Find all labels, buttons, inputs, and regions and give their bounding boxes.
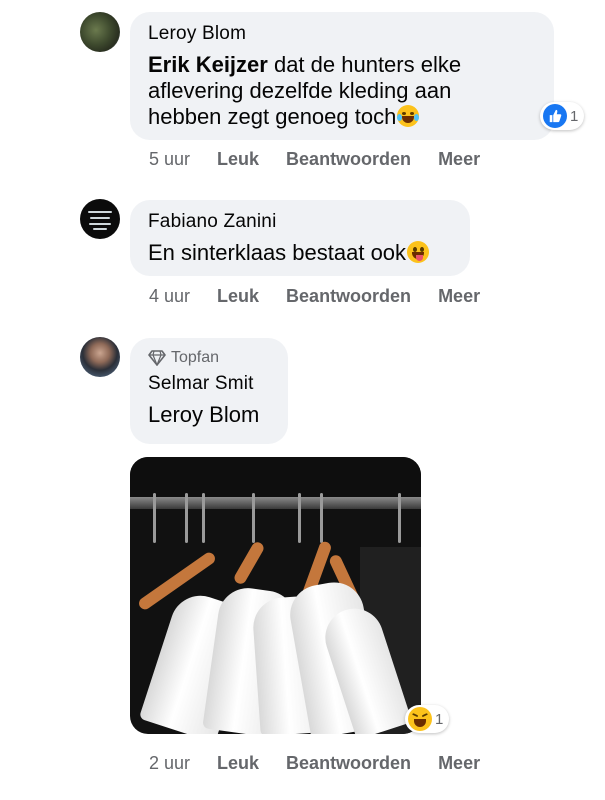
reply-button[interactable]: Beantwoorden: [286, 286, 411, 307]
comment-text: En sinterklaas bestaat ook: [148, 240, 454, 266]
haha-reaction-icon: [408, 707, 432, 731]
reaction-count: 1: [435, 710, 444, 728]
comment-photo[interactable]: [130, 457, 421, 734]
comment-bubble: Fabiano Zanini En sinterklaas bestaat oo…: [130, 200, 470, 276]
comment-text: Erik Keijzer dat de hunters elke aflever…: [148, 52, 508, 130]
more-button[interactable]: Meer: [438, 286, 480, 307]
reaction-count: 1: [570, 107, 579, 125]
comment-author[interactable]: Fabiano Zanini: [148, 210, 454, 234]
topfan-label: Topfan: [171, 349, 220, 366]
diamond-icon: [148, 350, 166, 366]
reaction-summary[interactable]: 1: [540, 102, 585, 130]
comment-author[interactable]: Selmar Smit: [148, 372, 272, 396]
tears-of-joy-emoji: [397, 105, 420, 127]
comment-time[interactable]: 5 uur: [149, 149, 190, 170]
like-reaction-icon: [543, 104, 567, 128]
comment-bubble: Leroy Blom Erik Keijzer dat de hunters e…: [130, 12, 554, 140]
like-button[interactable]: Leuk: [217, 149, 259, 170]
mention-link[interactable]: Erik Keijzer: [148, 52, 268, 77]
avatar-leroy-blom[interactable]: [80, 12, 120, 52]
comment-text: Leroy Blom: [148, 402, 272, 428]
reply-button[interactable]: Beantwoorden: [286, 753, 411, 774]
comment-bubble: Topfan Selmar Smit Leroy Blom: [130, 338, 288, 444]
tongue-out-emoji: [407, 241, 430, 263]
comment-time[interactable]: 4 uur: [149, 286, 190, 307]
more-button[interactable]: Meer: [438, 149, 480, 170]
more-button[interactable]: Meer: [438, 753, 480, 774]
reaction-summary[interactable]: 1: [405, 705, 450, 733]
mention-link[interactable]: Leroy Blom: [148, 402, 259, 427]
comment-actions: 4 uur Leuk Beantwoorden Meer: [149, 286, 507, 307]
comment-author[interactable]: Leroy Blom: [148, 22, 538, 46]
reply-button[interactable]: Beantwoorden: [286, 149, 411, 170]
comment-actions: 2 uur Leuk Beantwoorden Meer: [149, 753, 507, 774]
clothes-rail: [130, 497, 421, 509]
topfan-badge: Topfan: [148, 348, 272, 368]
comment-time[interactable]: 2 uur: [149, 753, 190, 774]
avatar-fabiano-zanini[interactable]: [80, 199, 120, 239]
like-button[interactable]: Leuk: [217, 286, 259, 307]
like-button[interactable]: Leuk: [217, 753, 259, 774]
avatar-selmar-smit[interactable]: [80, 337, 120, 377]
comment-body: En sinterklaas bestaat ook: [148, 240, 407, 265]
comment-actions: 5 uur Leuk Beantwoorden Meer: [149, 149, 507, 170]
